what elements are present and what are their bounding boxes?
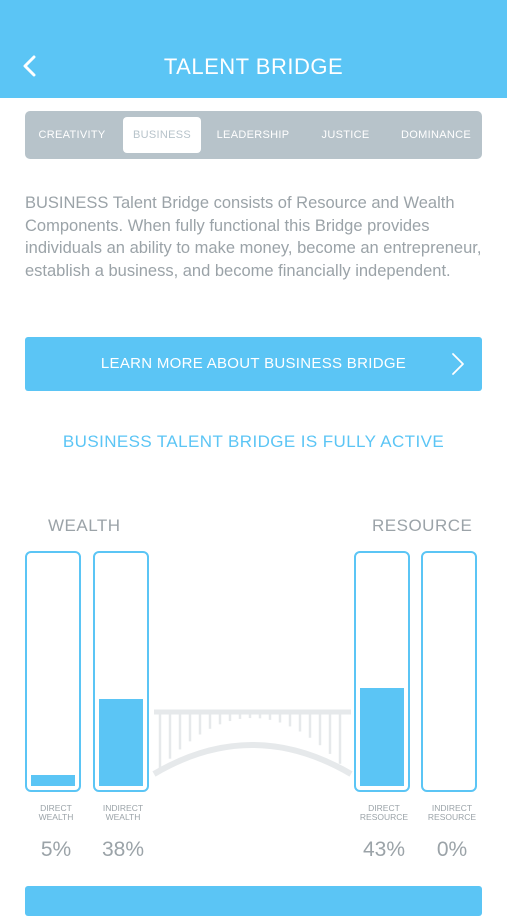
direct-wealth-bar [25, 551, 81, 792]
bottom-action-button[interactable] [25, 886, 482, 916]
tab-justice[interactable]: JUSTICE [308, 117, 383, 153]
tab-creativity[interactable]: CREATIVITY [33, 117, 111, 153]
bridge-description: BUSINESS Talent Bridge consists of Resou… [25, 194, 482, 280]
talent-tabs: CREATIVITY BUSINESS LEADERSHIP JUSTICE D… [25, 111, 482, 159]
direct-resource-bar [354, 551, 410, 792]
direct-resource-label: DIRECT RESOURCE [359, 803, 409, 822]
indirect-wealth-bar [93, 551, 149, 792]
direct-resource-percent: 43% [362, 838, 406, 861]
bridge-illustration [152, 709, 353, 777]
indirect-resource-bar [421, 551, 477, 792]
indirect-wealth-fill [99, 699, 143, 786]
tab-leadership[interactable]: LEADERSHIP [213, 117, 293, 153]
header-bar: TALENT BRIDGE [0, 0, 507, 98]
direct-resource-fill [360, 688, 404, 786]
tab-dominance[interactable]: DOMINANCE [395, 117, 477, 153]
chevron-right-icon [452, 353, 464, 375]
direct-wealth-label: DIRECT WEALTH [38, 803, 74, 822]
learn-more-label: LEARN MORE ABOUT BUSINESS BRIDGE [100, 355, 407, 372]
tab-business[interactable]: BUSINESS [123, 117, 201, 153]
learn-more-button[interactable]: LEARN MORE ABOUT BUSINESS BRIDGE [25, 337, 482, 391]
page-title: TALENT BRIDGE [163, 54, 344, 79]
indirect-resource-label: INDIRECT RESOURCE [427, 803, 477, 822]
indirect-wealth-label: INDIRECT WEALTH [102, 803, 144, 822]
bridge-status: BUSINESS TALENT BRIDGE IS FULLY ACTIVE [62, 432, 445, 451]
direct-wealth-fill [31, 775, 75, 786]
direct-wealth-percent: 5% [40, 838, 72, 861]
wealth-label: WEALTH [48, 516, 121, 535]
resource-label: RESOURCE [372, 516, 473, 535]
indirect-wealth-percent: 38% [101, 838, 145, 861]
indirect-resource-percent: 0% [436, 838, 468, 861]
